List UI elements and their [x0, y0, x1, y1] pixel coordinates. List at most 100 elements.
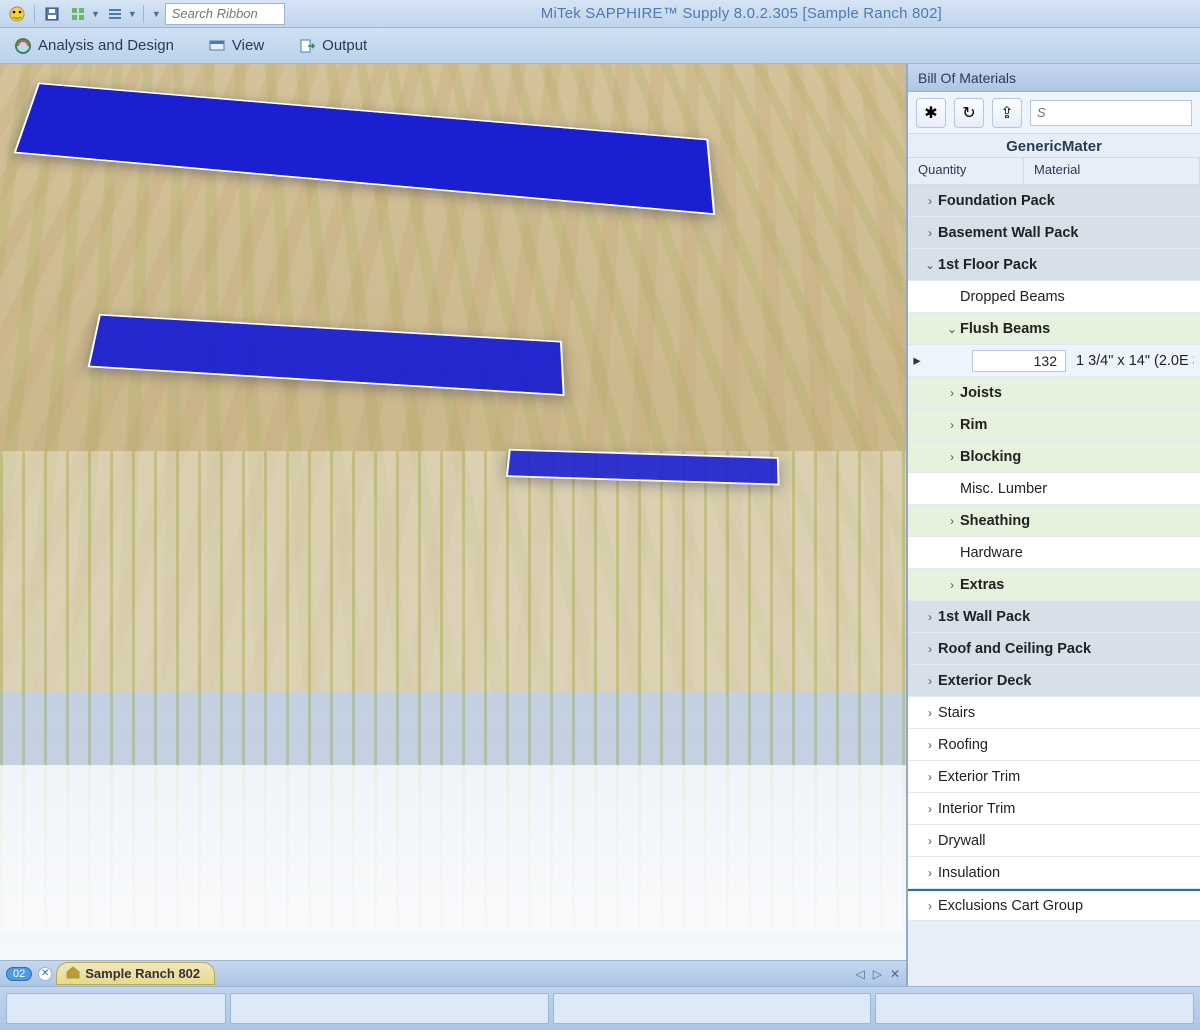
grid-icon [67, 3, 89, 25]
layout-dropdown-1[interactable]: ▼ [67, 3, 100, 25]
bom-tree-row[interactable]: ›Rim [908, 409, 1200, 441]
view-icon [208, 37, 226, 55]
bom-tree-row[interactable]: ›Sheathing [908, 505, 1200, 537]
view-tab-strip: 02 ✕ Sample Ranch 802 ◁ ▷ ✕ [0, 960, 906, 986]
bom-tree-row[interactable]: ›Insulation [908, 857, 1200, 889]
ribbon-label: View [232, 37, 264, 54]
bom-tree-row[interactable]: ›Roofing [908, 729, 1200, 761]
main-area: 02 ✕ Sample Ranch 802 ◁ ▷ ✕ Bill Of Mate… [0, 64, 1200, 986]
bom-tree-row[interactable]: ›Extras [908, 569, 1200, 601]
quantity-cell[interactable]: 132 [972, 350, 1066, 372]
bom-tree-row[interactable]: Misc. Lumber [908, 473, 1200, 505]
settings-button[interactable]: ✱ [916, 98, 946, 128]
expand-toggle-icon[interactable]: › [922, 642, 938, 656]
row-selector-icon[interactable]: ▸ [908, 353, 926, 369]
bom-tree-row[interactable]: ›1st Wall Pack [908, 601, 1200, 633]
tab-close-button[interactable]: ✕ [38, 967, 52, 981]
bom-tree-row[interactable]: ⌄Flush Beams [908, 313, 1200, 345]
bom-tree-row[interactable]: ›Blocking [908, 441, 1200, 473]
status-cell [875, 993, 1194, 1024]
bom-panel: Bill Of Materials ✱ ↻ ⇪ GenericMater Qua… [906, 64, 1200, 986]
expand-toggle-icon[interactable]: › [944, 450, 960, 464]
col-quantity[interactable]: Quantity [908, 158, 1024, 184]
toolbar-separator [34, 5, 35, 23]
bom-tree-row[interactable]: Dropped Beams [908, 281, 1200, 313]
refresh-icon: ↻ [962, 103, 975, 123]
tab-next-icon[interactable]: ▷ [873, 967, 882, 981]
refresh-button[interactable]: ↻ [954, 98, 984, 128]
tab-nav: ◁ ▷ ✕ [855, 967, 900, 981]
row-label: Sheathing [960, 513, 1030, 529]
app-menu-icon[interactable] [6, 3, 28, 25]
tab-prev-icon[interactable]: ◁ [855, 967, 864, 981]
bom-tree-row[interactable]: ›Interior Trim [908, 793, 1200, 825]
panel-toolbar: ✱ ↻ ⇪ [908, 92, 1200, 134]
row-label: Stairs [938, 705, 975, 721]
save-icon[interactable] [41, 3, 63, 25]
bom-tree-row[interactable]: ›Exterior Deck [908, 665, 1200, 697]
bom-tree-row[interactable]: ›Exterior Trim [908, 761, 1200, 793]
row-label: Insulation [938, 865, 1000, 881]
bom-tree-row[interactable]: Hardware [908, 537, 1200, 569]
col-material[interactable]: Material [1024, 158, 1200, 184]
expand-toggle-icon[interactable]: › [944, 386, 960, 400]
bom-tree-row[interactable]: ›Roof and Ceiling Pack [908, 633, 1200, 665]
qat-overflow[interactable]: ▼ [150, 9, 161, 19]
expand-toggle-icon[interactable]: ⌄ [922, 258, 938, 272]
expand-toggle-icon[interactable]: › [922, 770, 938, 784]
expand-toggle-icon[interactable]: › [922, 802, 938, 816]
quick-access-toolbar: ▼ ▼ ▼ MiTek SAPPHIRE™ Supply 8.0.2.305 [… [0, 0, 1200, 28]
list-icon [104, 3, 126, 25]
row-label: Roofing [938, 737, 988, 753]
expand-toggle-icon[interactable]: › [922, 834, 938, 848]
expand-toggle-icon[interactable]: › [944, 418, 960, 432]
bom-tree-row[interactable]: ›Drywall [908, 825, 1200, 857]
ribbon-view[interactable]: View [208, 37, 264, 55]
tab-close-all-icon[interactable]: ✕ [890, 967, 900, 981]
ribbon-output[interactable]: Output [298, 37, 367, 55]
expand-toggle-icon[interactable]: › [944, 578, 960, 592]
app-title: MiTek SAPPHIRE™ Supply 8.0.2.305 [Sample… [289, 5, 1194, 22]
bom-tree-row[interactable]: ›Basement Wall Pack [908, 217, 1200, 249]
tab-badge[interactable]: 02 [6, 967, 32, 981]
expand-toggle-icon[interactable]: › [922, 899, 938, 913]
row-label: 1st Wall Pack [938, 609, 1030, 625]
export-button[interactable]: ⇪ [992, 98, 1022, 128]
ribbon-analysis-and-design[interactable]: Analysis and Design [14, 37, 174, 55]
tab-label: Sample Ranch 802 [85, 966, 200, 981]
material-cell: 1 3/4" x 14" (2.0E 31 [1072, 353, 1194, 369]
bom-tree-row[interactable]: ›Joists [908, 377, 1200, 409]
view-tab-active[interactable]: Sample Ranch 802 [56, 962, 215, 985]
search-ribbon-input[interactable] [165, 3, 285, 25]
model-viewport[interactable]: 02 ✕ Sample Ranch 802 ◁ ▷ ✕ [0, 64, 906, 986]
expand-toggle-icon[interactable]: › [922, 706, 938, 720]
layout-dropdown-2[interactable]: ▼ [104, 3, 137, 25]
gear-icon: ✱ [924, 103, 937, 123]
row-label: Blocking [960, 449, 1021, 465]
bom-tree-row[interactable]: ›Stairs [908, 697, 1200, 729]
row-label: Dropped Beams [960, 289, 1065, 305]
bom-tree-row[interactable]: ›Foundation Pack [908, 185, 1200, 217]
expand-toggle-icon[interactable]: ⌄ [944, 322, 960, 336]
ribbon-tabs: Analysis and Design View Output [0, 28, 1200, 64]
expand-toggle-icon[interactable]: › [922, 226, 938, 240]
bom-tree[interactable]: ›Foundation Pack›Basement Wall Pack⌄1st … [908, 185, 1200, 986]
ribbon-label: Output [322, 37, 367, 54]
expand-toggle-icon[interactable]: › [922, 738, 938, 752]
row-label: Rim [960, 417, 987, 433]
row-label: Exterior Deck [938, 673, 1032, 689]
bom-data-row[interactable]: ▸ 132 1 3/4" x 14" (2.0E 31 [908, 345, 1200, 377]
row-label: Foundation Pack [938, 193, 1055, 209]
expand-toggle-icon[interactable]: › [922, 866, 938, 880]
row-label: Basement Wall Pack [938, 225, 1079, 241]
bom-tree-row[interactable]: ⌄1st Floor Pack [908, 249, 1200, 281]
bom-tree-row[interactable]: ›Exclusions Cart Group [908, 889, 1200, 921]
expand-toggle-icon[interactable]: › [922, 610, 938, 624]
grid-header: Quantity Material [908, 157, 1200, 185]
expand-toggle-icon[interactable]: › [922, 674, 938, 688]
expand-toggle-icon[interactable]: › [922, 194, 938, 208]
panel-search-input[interactable] [1030, 100, 1192, 126]
caret-down-icon: ▼ [128, 9, 137, 19]
expand-toggle-icon[interactable]: › [944, 514, 960, 528]
status-cell [6, 993, 226, 1024]
